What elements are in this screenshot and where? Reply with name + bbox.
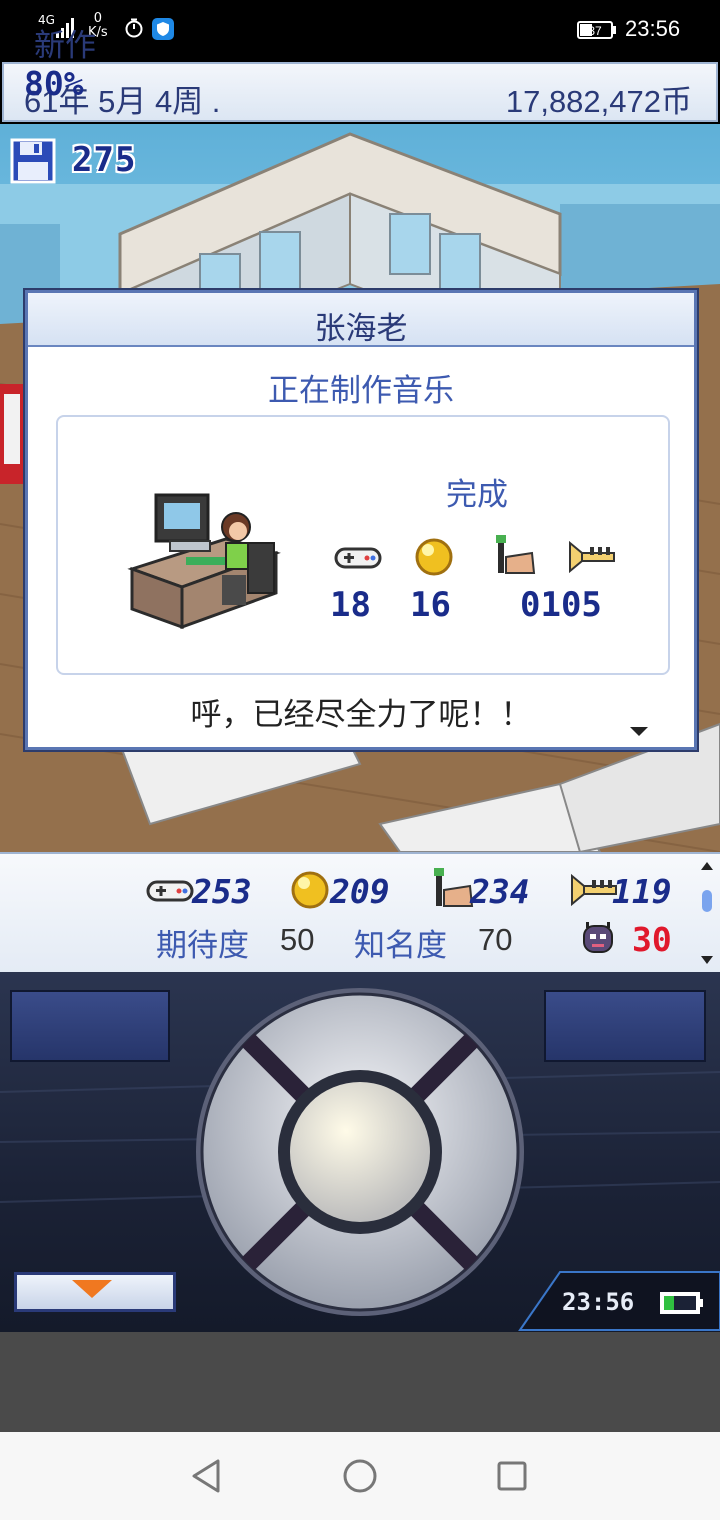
expectation-value: 50 <box>280 922 315 957</box>
fun-total: 253 <box>192 872 252 911</box>
stats-scrollbar[interactable] <box>700 862 714 964</box>
trumpet-icon <box>569 541 615 573</box>
controller-battery-icon <box>660 1292 703 1314</box>
task-description: 正在制作音乐 <box>268 373 454 409</box>
trumpet-icon <box>571 874 617 906</box>
bug-icon <box>583 922 613 953</box>
sound-value: 0105 <box>520 585 602 625</box>
gold-orb-icon <box>291 871 329 909</box>
directional-pad[interactable] <box>194 986 526 1318</box>
battery-level: 37 <box>588 24 602 38</box>
staff-work-dialog[interactable]: 张海老 正在制作音乐 完成 18 16 0105 呼，已经尽全力了呢！！ <box>25 290 697 750</box>
expectation-label: 期待度 <box>156 928 249 964</box>
development-progress: 80% <box>24 64 84 103</box>
save-points-count: 275 <box>72 140 137 180</box>
left-shoulder-button[interactable] <box>10 990 170 1062</box>
sound-total: 119 <box>612 872 672 911</box>
fame-value: 70 <box>478 922 513 957</box>
home-circle-icon[interactable] <box>342 1458 378 1494</box>
creativity-total: 209 <box>330 872 390 911</box>
staff-message: 呼，已经尽全力了呢！！ <box>190 697 532 733</box>
system-status-bar: 4G 0 K/s 37 23:56 <box>0 0 720 60</box>
letterbox-bar <box>0 1332 720 1432</box>
continue-arrow-icon[interactable] <box>630 727 648 736</box>
staff-name: 张海老 <box>314 311 408 347</box>
floppy-disk-icon[interactable] <box>10 138 56 184</box>
battery-icon: 37 <box>577 21 616 39</box>
game-info-bar: 61年 5月 4周 . 17,882,472币 <box>2 62 718 122</box>
new-game-label: 新作 <box>34 28 96 64</box>
stopwatch-icon <box>125 18 143 38</box>
controller-clock: 23:56 <box>562 1288 635 1316</box>
complete-label: 完成 <box>446 477 508 513</box>
back-triangle-icon[interactable] <box>190 1458 222 1494</box>
bug-count: 30 <box>632 920 672 959</box>
down-arrow-icon <box>72 1280 112 1298</box>
right-shoulder-button[interactable] <box>544 990 706 1062</box>
graphics-total: 234 <box>470 872 530 911</box>
gamepad-icon <box>146 880 194 902</box>
status-clock: 23:56 <box>625 16 681 41</box>
paintbrush-icon <box>496 535 536 574</box>
paintbrush-icon <box>434 868 474 907</box>
gamepad-icon <box>334 547 382 569</box>
staff-at-desk-icon <box>127 493 281 630</box>
creativity-value: 16 <box>410 585 451 625</box>
gold-orb-icon <box>415 538 453 576</box>
money-balance: 17,882,472币 <box>505 84 692 119</box>
recent-apps-square-icon[interactable] <box>496 1460 528 1492</box>
fame-label: 知名度 <box>354 928 447 964</box>
shield-icon <box>152 18 174 40</box>
fun-value: 18 <box>330 585 371 625</box>
